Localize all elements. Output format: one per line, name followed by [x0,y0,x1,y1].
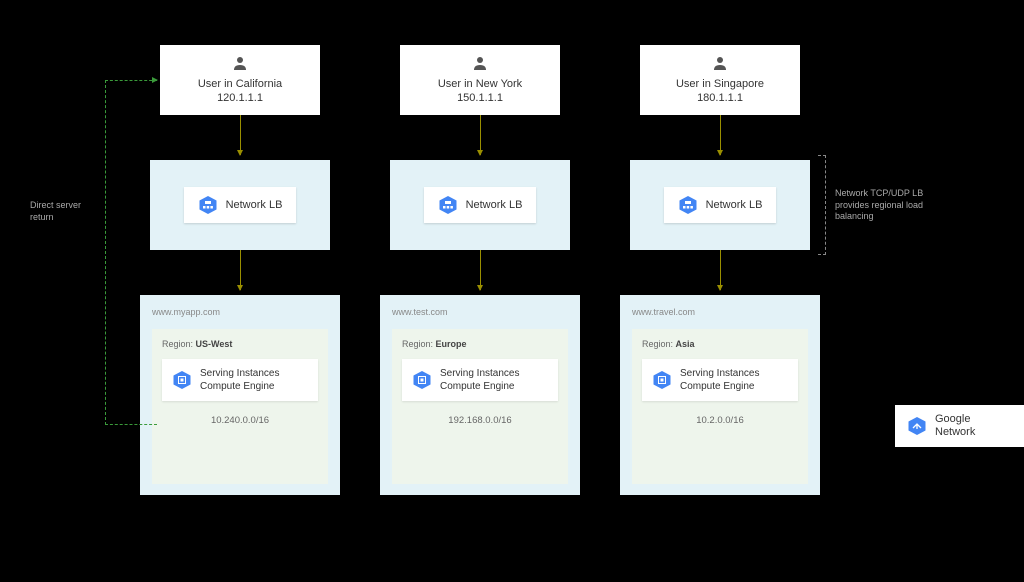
domain-label: www.myapp.com [152,307,328,317]
domain-label: www.test.com [392,307,568,317]
lb-inner: Network LB [184,187,297,223]
lb-label: Network LB [706,199,763,211]
region-box: Region: Asia Serving Instances Compute E… [632,329,808,484]
lb-label: Network LB [226,199,283,211]
load-balancer-icon [678,195,698,215]
cidr-label: 10.240.0.0/16 [162,409,318,432]
compute-engine-box: Serving Instances Compute Engine [402,359,558,401]
annotation-lb-description: Network TCP/UDP LB provides regional loa… [835,188,935,223]
domain-box-travel: www.travel.com Region: Asia Serving Inst… [620,295,820,495]
legend-google-network: Google Network [895,405,1024,447]
lb-inner: Network LB [424,187,537,223]
region-label: Region: US-West [162,339,318,349]
compute-engine-icon [412,370,432,390]
arrow-user-to-lb [720,115,721,155]
region-label: Region: Europe [402,339,558,349]
ce-text: Serving Instances Compute Engine [440,367,520,393]
lb-inner: Network LB [664,187,777,223]
cidr-label: 192.168.0.0/16 [402,409,558,432]
arrow-lb-to-domain [720,250,721,290]
user-ip: 120.1.1.1 [217,91,263,105]
user-icon [232,55,248,71]
cidr-label: 10.2.0.0/16 [642,409,798,432]
user-icon [472,55,488,71]
lb-label: Network LB [466,199,523,211]
compute-engine-icon [652,370,672,390]
load-balancer-icon [438,195,458,215]
user-label: User in Singapore [676,77,764,91]
region-label: Region: Asia [642,339,798,349]
user-box-newyork: User in New York 150.1.1.1 [400,45,560,115]
region-box: Region: US-West Serving Instances Comput… [152,329,328,484]
bracket-right [818,155,826,255]
user-box-singapore: User in Singapore 180.1.1.1 [640,45,800,115]
ce-text: Serving Instances Compute Engine [680,367,760,393]
arrow-lb-to-domain [480,250,481,290]
load-balancer-icon [198,195,218,215]
ce-text: Serving Instances Compute Engine [200,367,280,393]
user-label: User in California [198,77,282,91]
compute-engine-box: Serving Instances Compute Engine [162,359,318,401]
user-box-california: User in California 120.1.1.1 [160,45,320,115]
arrow-user-to-lb [240,115,241,155]
compute-engine-box: Serving Instances Compute Engine [642,359,798,401]
direct-return-line [105,80,157,425]
network-icon [907,416,927,436]
domain-label: www.travel.com [632,307,808,317]
annotation-direct-return: Direct server return [30,200,100,223]
arrow-user-to-lb [480,115,481,155]
lb-box-newyork: Network LB [390,160,570,250]
lb-box-singapore: Network LB [630,160,810,250]
lb-box-california: Network LB [150,160,330,250]
arrow-lb-to-domain [240,250,241,290]
user-label: User in New York [438,77,522,91]
domain-box-test: www.test.com Region: Europe Serving Inst… [380,295,580,495]
compute-engine-icon [172,370,192,390]
domain-box-myapp: www.myapp.com Region: US-West Serving In… [140,295,340,495]
user-ip: 180.1.1.1 [697,91,743,105]
region-box: Region: Europe Serving Instances Compute… [392,329,568,484]
legend-label: Google Network [935,413,1012,439]
user-ip: 150.1.1.1 [457,91,503,105]
user-icon [712,55,728,71]
